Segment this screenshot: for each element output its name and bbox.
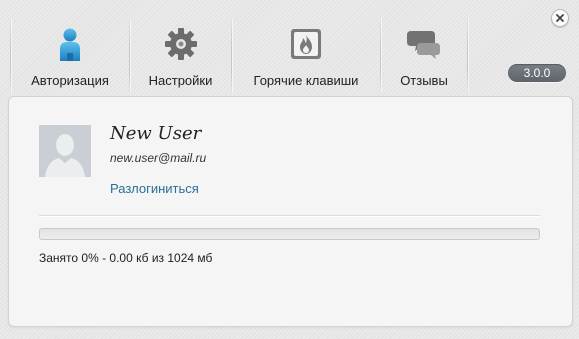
logout-link[interactable]: Разлогиниться [110, 181, 199, 196]
version-badge: 3.0.0 [508, 64, 566, 82]
avatar [39, 125, 91, 177]
toolbar: Авторизация Настройки Горячие клавиши От… [10, 18, 468, 93]
toolbar-separator [467, 18, 468, 93]
tab-authorization[interactable]: Авторизация [11, 18, 129, 93]
tab-feedback[interactable]: Отзывы [381, 18, 467, 93]
close-icon [556, 14, 564, 22]
default-avatar-icon [39, 125, 91, 177]
tab-settings[interactable]: Настройки [130, 18, 231, 93]
close-button[interactable] [551, 9, 569, 27]
tab-label: Авторизация [31, 73, 109, 88]
speech-bubbles-icon [406, 26, 442, 62]
user-icon [52, 26, 88, 62]
divider [39, 215, 540, 216]
tab-hotkeys[interactable]: Горячие клавиши [232, 18, 380, 93]
tab-label: Горячие клавиши [253, 73, 359, 88]
storage-progress-bar [39, 228, 540, 240]
gear-icon [163, 26, 199, 62]
account-panel: New User new.user@mail.ru Разлогиниться … [8, 96, 573, 327]
app-window: Авторизация Настройки Горячие клавиши От… [0, 0, 579, 339]
storage-usage-text: Занято 0% - 0.00 кб из 1024 мб [39, 251, 213, 265]
user-email: new.user@mail.ru [110, 151, 207, 165]
flame-icon [288, 26, 324, 62]
tab-label: Отзывы [400, 73, 448, 88]
user-name: New User [110, 123, 202, 144]
tab-label: Настройки [148, 73, 213, 88]
